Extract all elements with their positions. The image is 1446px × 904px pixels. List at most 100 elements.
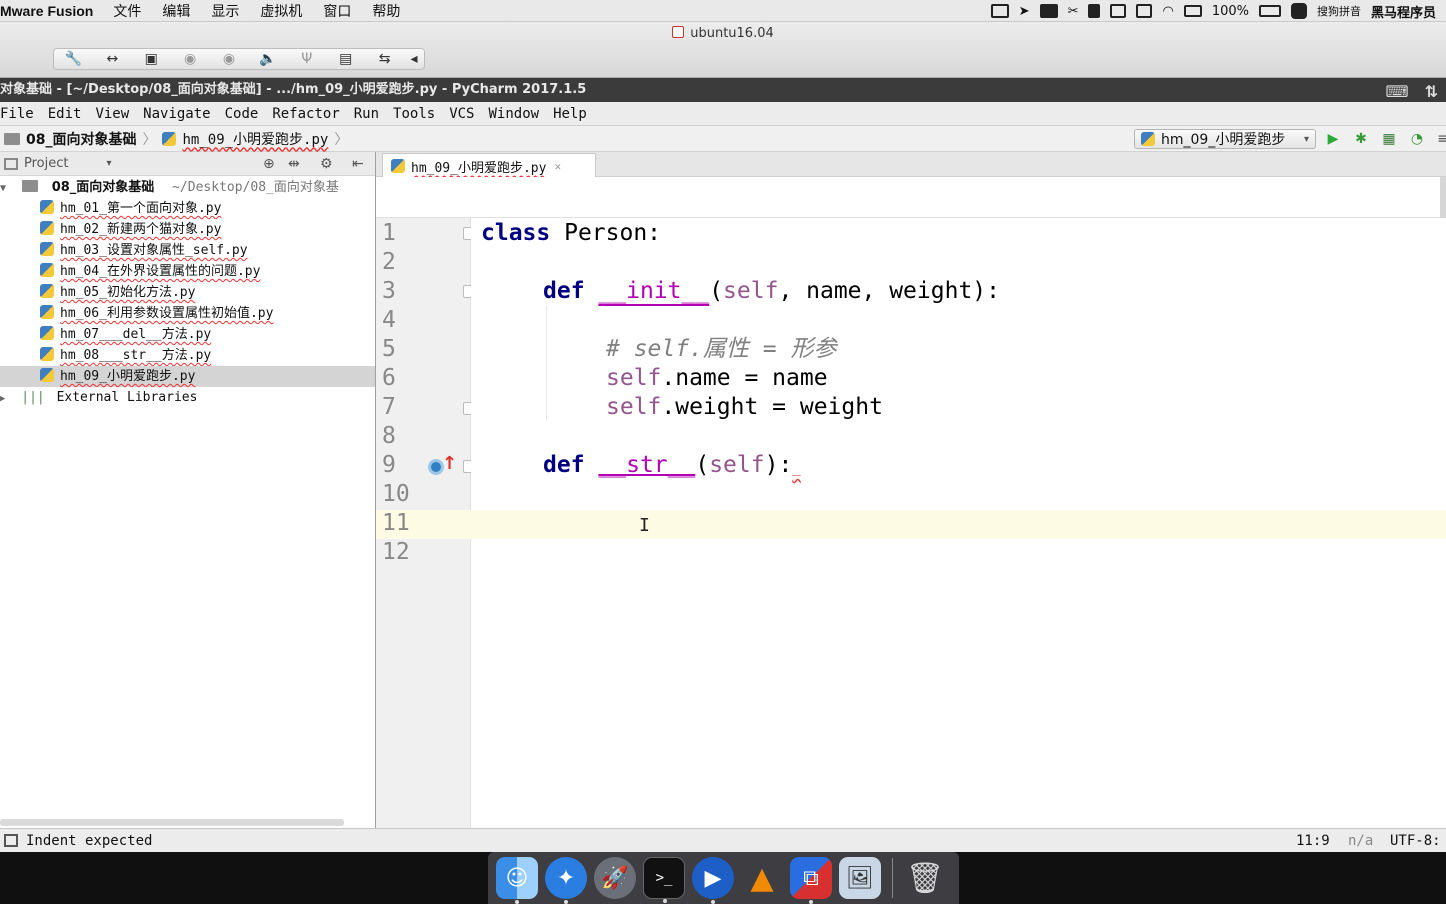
camera-icon[interactable]: ◉: [171, 49, 210, 69]
tool-windows-icon[interactable]: [4, 834, 18, 847]
tree-file-item[interactable]: hm_06_利用参数设置属性初始值.py: [0, 303, 375, 324]
screen-record-icon[interactable]: [990, 4, 1009, 18]
breadcrumb-project[interactable]: 08_面向对象基础: [26, 129, 136, 149]
mic-icon[interactable]: [1088, 4, 1101, 18]
tree-file-item[interactable]: hm_05_初始化方法.py: [0, 282, 375, 303]
breadcrumb-separator: 〉: [142, 131, 157, 148]
run-icon[interactable]: ▶: [1324, 130, 1342, 148]
code-line-5: # self.属性 = 形参: [606, 336, 837, 362]
mac-menu-view[interactable]: 显示: [211, 1, 239, 21]
tree-file-item[interactable]: hm_07___del__方法.py: [0, 324, 375, 345]
mac-menu-edit[interactable]: 编辑: [162, 1, 190, 21]
more-icon[interactable]: ≡: [1434, 130, 1446, 148]
sync-icon[interactable]: ⇆: [365, 49, 404, 69]
keyword-def: def: [543, 452, 585, 478]
self-param: self: [723, 278, 779, 304]
tree-root[interactable]: ▼ 08_面向对象基础 ~/Desktop/08_面向对象基: [0, 177, 375, 198]
tree-file-item[interactable]: hm_08___str__方法.py: [0, 345, 375, 366]
windows-icon[interactable]: [1136, 4, 1153, 18]
project-view-dropdown-icon[interactable]: ▾: [106, 158, 111, 169]
mac-menu-vm[interactable]: 虚拟机: [260, 1, 302, 21]
expand-arrow-icon[interactable]: ▼: [0, 183, 6, 194]
sogou-icon[interactable]: [1290, 3, 1307, 19]
snapshot-icon[interactable]: ▣: [132, 49, 171, 69]
mac-menu-file[interactable]: 文件: [113, 1, 141, 21]
tree-file-item[interactable]: hm_01_第一个面向对象.py: [0, 198, 375, 219]
editor-scrollbar[interactable]: [1440, 177, 1446, 218]
python-file-icon: [391, 159, 405, 173]
profile-icon[interactable]: ◔: [1408, 130, 1426, 148]
caret-position[interactable]: 11:9: [1296, 829, 1330, 853]
input-method-label[interactable]: 搜狗拼音: [1317, 3, 1361, 19]
project-header-label[interactable]: Project: [24, 156, 68, 171]
safari-icon[interactable]: ✦: [545, 857, 587, 904]
menu-file[interactable]: File: [0, 106, 34, 122]
editor-tab-active[interactable]: hm_09_小明爱跑步.py ✕: [382, 153, 596, 178]
breadcrumb-file[interactable]: hm_09_小明爱跑步.py: [182, 129, 328, 149]
menu-vcs[interactable]: VCS: [449, 106, 474, 122]
gear-icon[interactable]: ⚙: [320, 156, 333, 172]
status-message: Indent expected: [26, 832, 153, 849]
vlc-icon[interactable]: ▲: [741, 857, 783, 899]
scissors-icon[interactable]: ✂: [1068, 4, 1079, 19]
vmware-icon[interactable]: ⧉: [790, 857, 832, 904]
hide-panel-icon[interactable]: ⇤: [352, 156, 364, 172]
code-editor[interactable]: class Person: def __init__(self, name, w…: [471, 218, 1446, 828]
wrench-icon[interactable]: 🔧: [54, 49, 93, 69]
network-arrows-icon[interactable]: ⇅: [1425, 80, 1438, 104]
grid-icon[interactable]: [1110, 4, 1127, 18]
menu-window[interactable]: Window: [489, 106, 540, 122]
printer-icon[interactable]: ◉: [210, 49, 249, 69]
tree-file-item-selected[interactable]: hm_09_小明爱跑步.py: [0, 366, 375, 387]
mac-menu-window[interactable]: 窗口: [323, 1, 351, 21]
up-arrow-icon[interactable]: ↑: [442, 454, 457, 474]
wifi-icon[interactable]: ◠: [1162, 4, 1173, 19]
debug-icon[interactable]: ✱: [1352, 130, 1370, 148]
menu-run[interactable]: Run: [354, 106, 379, 122]
menu-refactor[interactable]: Refactor: [272, 106, 339, 122]
preview-icon[interactable]: 🖼: [839, 857, 881, 899]
project-horizontal-scrollbar[interactable]: [0, 819, 344, 826]
collapsed-arrow-icon[interactable]: ▶: [0, 394, 5, 404]
collapse-arrow-icon[interactable]: ◂: [404, 49, 424, 69]
tree-file-item[interactable]: hm_04_在外界设置属性的问题.py: [0, 261, 375, 282]
menu-help[interactable]: Help: [553, 106, 587, 122]
tree-file-item[interactable]: hm_03_设置对象属性_self.py: [0, 240, 375, 261]
keyword-def: def: [543, 278, 585, 304]
finder-icon[interactable]: ☺: [496, 857, 538, 904]
battery-icon[interactable]: [1258, 5, 1281, 17]
screenflow-icon[interactable]: ▶: [692, 857, 734, 904]
code-arrows-icon[interactable]: ↔: [93, 49, 132, 69]
display-icon[interactable]: [1039, 4, 1058, 18]
user-name[interactable]: 黑马程序员: [1371, 2, 1436, 21]
menu-edit[interactable]: Edit: [48, 106, 82, 122]
menu-tools[interactable]: Tools: [393, 106, 435, 122]
file-encoding[interactable]: UTF-8:: [1390, 829, 1441, 853]
airplay-icon[interactable]: [1183, 5, 1202, 17]
menu-view[interactable]: View: [95, 106, 129, 122]
line-separator[interactable]: n/a: [1348, 829, 1373, 853]
launchpad-icon[interactable]: 🚀: [594, 857, 636, 899]
paren: (: [709, 278, 724, 304]
collapse-all-icon[interactable]: ⇹: [288, 156, 300, 172]
coverage-icon[interactable]: ▦: [1380, 130, 1398, 148]
speaker-icon[interactable]: 🔈: [248, 49, 287, 69]
menu-navigate[interactable]: Navigate: [143, 106, 210, 122]
send-icon[interactable]: ➤: [1019, 4, 1030, 19]
run-config-select[interactable]: hm_09_小明爱跑步 ▾: [1134, 129, 1316, 149]
python-file-icon: [40, 284, 54, 298]
scroll-from-source-icon[interactable]: ⊕: [263, 156, 275, 172]
mac-app-name[interactable]: Mware Fusion: [0, 3, 93, 19]
project-tree: ▼ 08_面向对象基础 ~/Desktop/08_面向对象基 hm_01_第一个…: [0, 176, 375, 828]
menu-code[interactable]: Code: [225, 106, 259, 122]
disk-icon[interactable]: ▤: [326, 49, 365, 69]
vm-window-title: ubuntu16.04: [0, 26, 1446, 41]
terminal-icon[interactable]: >_: [643, 857, 685, 903]
mac-menu-help[interactable]: 帮助: [372, 1, 400, 21]
keyboard-icon[interactable]: ⌨: [1386, 80, 1409, 104]
usb-icon[interactable]: Ψ: [287, 49, 326, 69]
close-icon[interactable]: ✕: [554, 160, 561, 173]
tree-file-item[interactable]: hm_02_新建两个猫对象.py: [0, 219, 375, 240]
trash-icon[interactable]: 🗑: [904, 857, 946, 899]
tree-external-libraries[interactable]: ▶ ||| External Libraries: [0, 387, 375, 408]
